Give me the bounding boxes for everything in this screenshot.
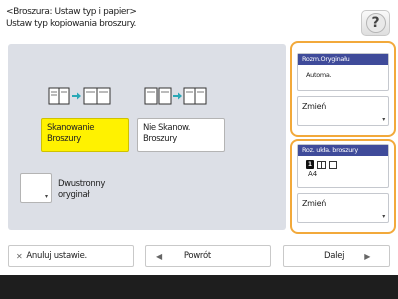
corner-arrow-icon: ▾	[44, 193, 48, 200]
binding-number-icon: 1	[306, 160, 314, 169]
no-scan-label-line1: Nie Skanow.	[143, 123, 191, 133]
next-arrow-icon: ▶	[364, 251, 371, 261]
booklet-layout-change-button[interactable]: Zmień ▾	[297, 193, 389, 223]
next-button[interactable]: Dalej ▶	[283, 245, 390, 267]
original-size-header: Rozm.Oryginału	[298, 54, 388, 65]
close-icon: ✕	[16, 251, 23, 261]
corner-arrow-icon: ▾	[382, 213, 385, 220]
original-size-change-label: Zmień	[302, 102, 326, 111]
cancel-settings-button[interactable]: ✕ Anuluj ustawie.	[8, 245, 134, 267]
original-size-change-button[interactable]: Zmień ▾	[297, 96, 389, 126]
back-arrow-icon: ◀	[156, 251, 162, 261]
duplex-original-label: Dwustronny oryginał	[58, 179, 105, 200]
book-icon	[317, 160, 326, 169]
scan-booklet-button[interactable]: Skanowanie Broszury	[41, 118, 129, 152]
original-size-group: Rozm.Oryginału Automa. Zmień ▾	[290, 41, 396, 137]
binding-icons: 1	[298, 156, 388, 169]
booklet-layout-group: Roz. ukła. broszury 1 A4 Zmień ▾	[290, 139, 396, 234]
booklet-to-book-icon	[47, 85, 113, 107]
duplex-original-button[interactable]: ▾	[20, 173, 52, 203]
original-size-panel: Rozm.Oryginału Automa.	[297, 53, 389, 91]
original-size-value: Automa.	[306, 71, 332, 79]
scan-booklet-label-line2: Broszury	[47, 134, 81, 144]
corner-arrow-icon: ▾	[382, 116, 385, 123]
back-button[interactable]: ◀ Powrót	[145, 245, 271, 267]
paper-size-value: A4	[308, 170, 318, 178]
pages-to-book-icon	[143, 85, 209, 107]
no-scan-label-line2: Broszury	[143, 134, 177, 144]
status-bar	[0, 275, 398, 299]
page-icon	[329, 160, 337, 169]
booklet-layout-header: Roz. ukła. broszury	[298, 145, 388, 156]
scan-booklet-label-line1: Skanowanie	[47, 123, 95, 133]
cancel-settings-label: Anuluj ustawie.	[26, 251, 87, 261]
page-subtitle: Ustaw typ kopiowania broszury.	[6, 19, 136, 29]
page-title: <Broszura: Ustaw typ i papier>	[6, 7, 137, 17]
booklet-layout-change-label: Zmień	[302, 199, 326, 208]
question-mark-icon: ?	[365, 13, 386, 33]
back-label: Powrót	[183, 251, 211, 261]
no-scan-booklet-button[interactable]: Nie Skanow. Broszury	[137, 118, 225, 152]
booklet-layout-panel: Roz. ukła. broszury 1 A4	[297, 144, 389, 188]
help-button[interactable]: ?	[361, 10, 390, 36]
next-label: Dalej	[324, 251, 345, 261]
